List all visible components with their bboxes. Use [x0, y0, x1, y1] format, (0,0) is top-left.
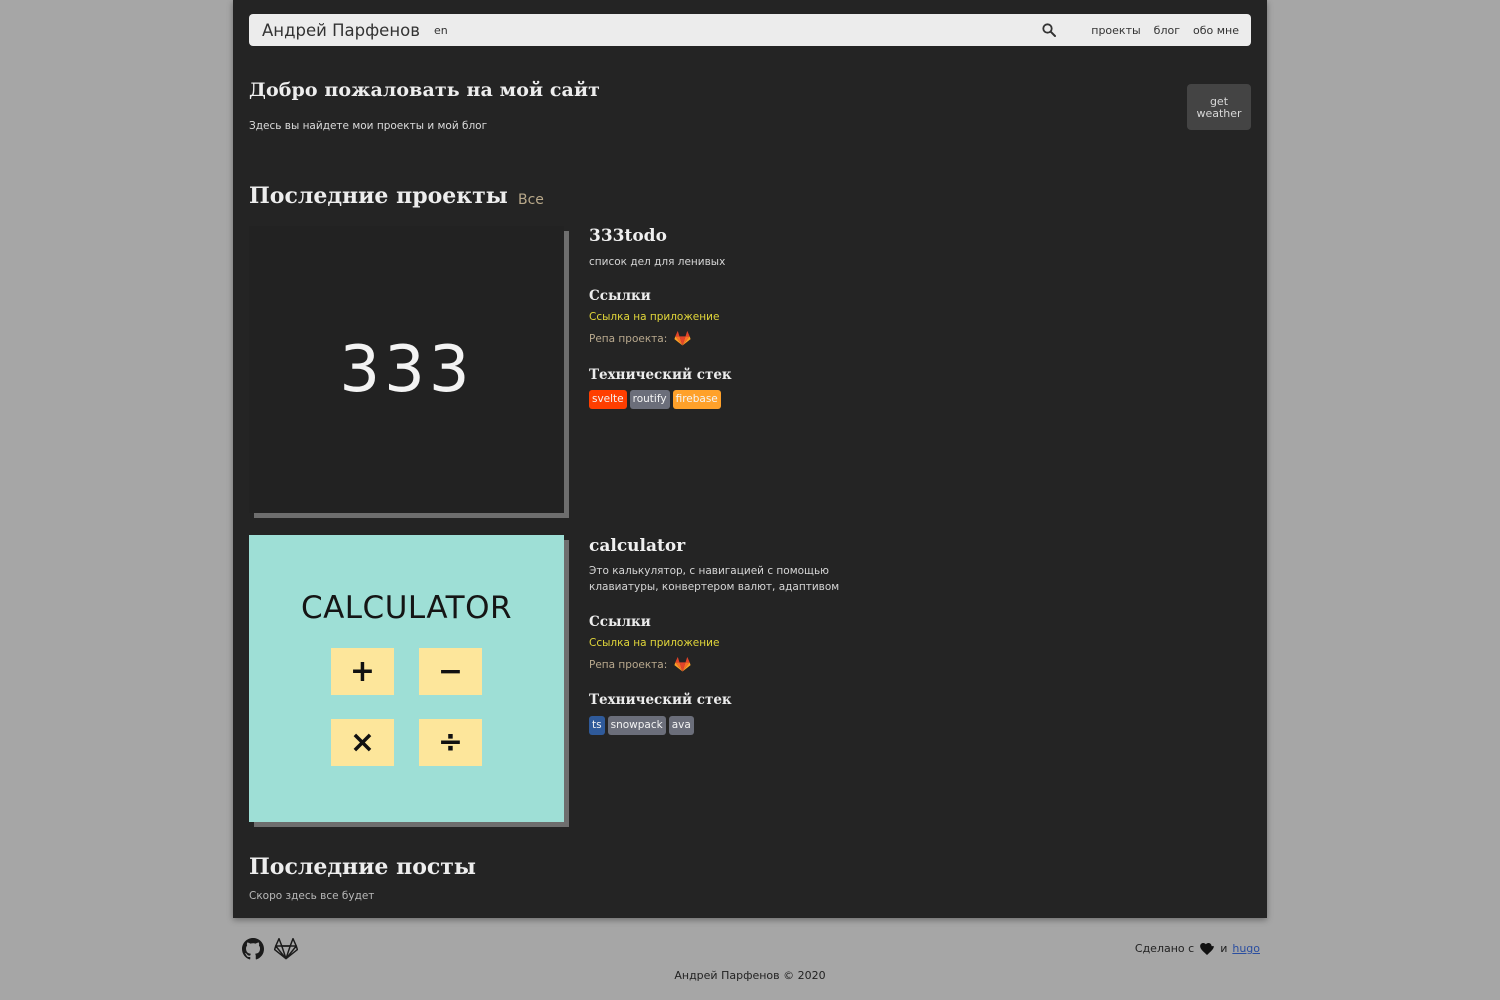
made-with-credit: Сделано с и hugo — [1135, 942, 1260, 955]
thumbnail-text: CALCULATOR — [300, 590, 513, 626]
nav-blog[interactable]: блог — [1154, 24, 1180, 37]
links-heading: Ссылки — [589, 288, 651, 304]
copyright: Андрей Парфенов © 2020 — [674, 969, 826, 982]
repo-line: Репа проекта: — [589, 657, 691, 672]
gitlab-icon[interactable] — [274, 938, 298, 960]
app-link[interactable]: Ссылка на приложение — [589, 637, 719, 649]
multiply-key: × — [331, 719, 394, 766]
welcome-subtitle: Здесь вы найдете мои проекты и мой блог — [249, 120, 488, 132]
heart-icon — [1200, 942, 1215, 955]
all-projects-link[interactable]: Все — [518, 192, 544, 208]
project-thumbnail-333todo[interactable]: 333 — [249, 226, 569, 518]
posts-section-title: Последние посты — [249, 854, 476, 880]
stack-heading: Технический стек — [589, 692, 732, 708]
tag-ts[interactable]: ts — [589, 716, 605, 735]
github-icon[interactable] — [242, 938, 264, 960]
language-switch[interactable]: en — [434, 24, 448, 37]
project-description: Это калькулятор, с навигацией с помощью … — [589, 565, 840, 593]
nav-about[interactable]: обо мне — [1193, 24, 1239, 37]
tag-firebase[interactable]: firebase — [672, 390, 721, 409]
repo-label: Репа проекта: — [589, 658, 668, 671]
tech-tags: svelte routify firebase — [589, 390, 724, 409]
tag-snowpack[interactable]: snowpack — [607, 716, 666, 735]
get-weather-button[interactable]: get weather — [1187, 84, 1251, 130]
project-title[interactable]: 333todo — [589, 226, 667, 246]
tag-routify[interactable]: routify — [629, 390, 670, 409]
tag-ava[interactable]: ava — [668, 716, 694, 735]
and-text: и — [1220, 942, 1228, 955]
divide-key: ÷ — [419, 719, 482, 766]
thumbnail-text: 333 — [339, 332, 474, 407]
app-link[interactable]: Ссылка на приложение — [589, 311, 719, 323]
repo-line: Репа проекта: — [589, 331, 691, 346]
links-heading: Ссылки — [589, 614, 651, 630]
posts-subtitle: Скоро здесь все будет — [249, 890, 375, 902]
main-panel: Андрей Парфенов en проекты блог обо мне … — [233, 0, 1267, 918]
minus-key: − — [419, 648, 482, 695]
welcome-title: Добро пожаловать на мой сайт — [249, 79, 601, 101]
made-with-text: Сделано с — [1134, 942, 1195, 955]
tech-tags: ts snowpack ava — [589, 716, 697, 735]
gitlab-icon[interactable] — [674, 331, 691, 346]
nav-projects[interactable]: проекты — [1091, 24, 1140, 37]
repo-label: Репа проекта: — [589, 332, 668, 345]
hugo-link[interactable]: hugo — [1232, 942, 1260, 955]
project-title[interactable]: calculator — [589, 536, 685, 556]
footer-social-links — [242, 938, 308, 960]
stack-heading: Технический стек — [589, 367, 732, 383]
search-icon[interactable] — [1040, 21, 1058, 39]
project-description: список дел для ленивых — [589, 256, 726, 268]
projects-section-title: Последние проекты — [249, 183, 508, 209]
tag-svelte[interactable]: svelte — [589, 390, 627, 409]
project-thumbnail-calculator[interactable]: CALCULATOR + − × ÷ — [249, 535, 569, 827]
site-brand[interactable]: Андрей Парфенов — [262, 21, 420, 40]
gitlab-icon[interactable] — [674, 657, 691, 672]
top-navbar: Андрей Парфенов en проекты блог обо мне — [249, 14, 1251, 46]
plus-key: + — [331, 648, 394, 695]
